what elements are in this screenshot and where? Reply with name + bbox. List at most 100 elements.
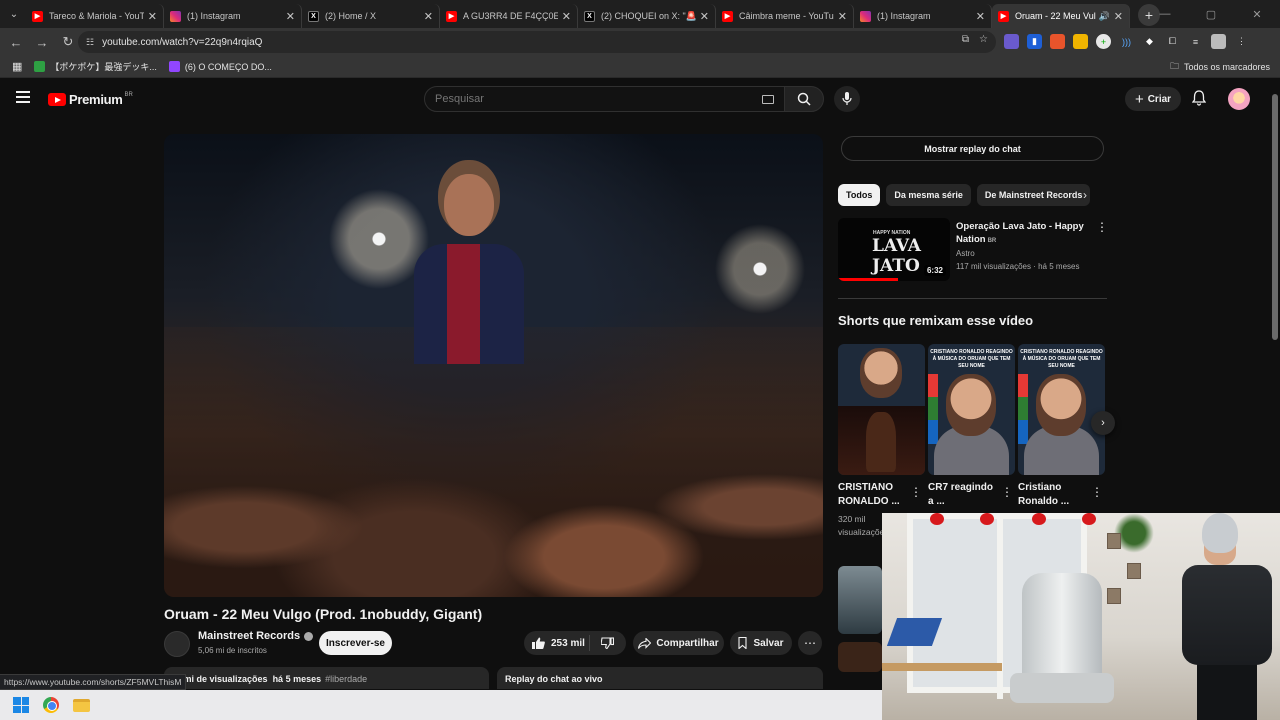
more-vertical-icon[interactable]: ⋮ [1091, 485, 1103, 499]
close-tab-icon[interactable]: ✕ [1114, 10, 1123, 23]
short-thumbnail[interactable]: CRISTIANO RONALDO REAGINDO À MÚSICA DO O… [928, 344, 1015, 475]
extension-icon[interactable] [1073, 34, 1088, 49]
guide-menu-icon[interactable] [16, 91, 30, 103]
search-button[interactable] [784, 86, 824, 112]
back-icon[interactable]: ← [4, 30, 28, 54]
chevron-right-icon[interactable]: › [1083, 188, 1087, 202]
close-tab-icon[interactable]: ✕ [838, 10, 847, 23]
windows-start-icon[interactable] [13, 697, 29, 713]
close-tab-icon[interactable]: ✕ [424, 10, 433, 23]
chip-from-channel[interactable]: De Mainstreet Records [976, 184, 1091, 206]
chevron-right-icon: › [1101, 417, 1105, 429]
channel-name[interactable]: Mainstreet Records [198, 630, 314, 642]
instagram-icon [170, 10, 181, 22]
like-button[interactable]: 253 mil [524, 635, 590, 651]
recommended-video[interactable]: HAPPY NATION LAVA JATO 6:32 Operação Lav… [838, 218, 1108, 282]
youtube-icon: ▶ [722, 10, 733, 22]
scrollbar-thumb[interactable] [1272, 94, 1278, 340]
show-chat-replay-button[interactable]: Mostrar replay do chat [841, 136, 1104, 161]
more-vertical-icon[interactable]: ⋮ [1001, 485, 1013, 499]
reload-icon[interactable]: ↻ [56, 30, 80, 54]
close-tab-icon[interactable]: ✕ [562, 10, 571, 23]
close-window-icon[interactable]: ✕ [1234, 0, 1280, 28]
youtube-premium-logo[interactable]: Premium BR [48, 92, 133, 107]
recommended-channel[interactable]: Astro [956, 249, 975, 258]
subscribe-button[interactable]: Inscrever-se [319, 631, 392, 655]
speaker-icon[interactable]: 🔊 [1099, 11, 1110, 22]
extensions-puzzle-icon[interactable]: ⧠ [1165, 34, 1180, 49]
video-thumbnail[interactable] [838, 642, 882, 672]
close-tab-icon[interactable]: ✕ [286, 10, 295, 23]
browser-tab[interactable]: (1) Instagram ✕ [854, 4, 992, 28]
browser-tab-active[interactable]: ▶ Oruam - 22 Meu Vulg 🔊 ✕ [992, 4, 1130, 28]
close-tab-icon[interactable]: ✕ [976, 10, 985, 23]
search-input[interactable] [435, 93, 735, 105]
more-actions-button[interactable]: ⋯ [798, 631, 822, 655]
hashtag-link[interactable]: #liberdade [325, 674, 367, 684]
recommended-title[interactable]: Operação Lava Jato - Happy Nation BR [956, 220, 1096, 248]
account-avatar[interactable] [1228, 88, 1250, 110]
extension-icon[interactable] [1050, 34, 1065, 49]
chip-same-series[interactable]: Da mesma série [886, 184, 971, 206]
share-button[interactable]: Compartilhar [633, 631, 724, 655]
dislike-button[interactable] [590, 637, 624, 649]
bell-icon [1191, 90, 1207, 106]
browser-tab[interactable]: X (2) Home / X ✕ [302, 4, 440, 28]
extension-icon[interactable]: ))) [1119, 34, 1134, 49]
short-face [1036, 374, 1086, 436]
youtube-icon: ▶ [32, 10, 43, 22]
save-button[interactable]: Salvar [730, 631, 792, 655]
extension-icon[interactable] [1004, 34, 1019, 49]
forward-icon[interactable]: → [30, 30, 54, 54]
video-player[interactable] [164, 134, 823, 597]
short-title[interactable]: CR7 reagindo a ... [928, 481, 998, 509]
voice-search-button[interactable] [834, 86, 860, 112]
apps-grid-icon[interactable]: ▦ [12, 60, 22, 73]
site-info-icon[interactable]: ☷ [86, 37, 94, 48]
extension-icon[interactable]: + [1096, 34, 1111, 49]
browser-tab[interactable]: (1) Instagram ✕ [164, 4, 302, 28]
more-vertical-icon[interactable]: ⋮ [910, 485, 922, 499]
notifications-button[interactable] [1191, 90, 1207, 111]
recommended-thumbnail[interactable]: HAPPY NATION LAVA JATO 6:32 [838, 218, 950, 281]
description-box[interactable]: 1 mi de visualizações há 5 meses #liberda… [164, 667, 489, 689]
reading-list-icon[interactable]: ≡ [1188, 34, 1203, 49]
create-button[interactable]: + Criar [1125, 87, 1181, 111]
more-vertical-icon[interactable]: ⋮ [1096, 220, 1108, 234]
short-title[interactable]: Cristiano Ronaldo ... [1018, 481, 1088, 509]
video-thumbnail[interactable] [838, 566, 882, 634]
plus-icon: + [1134, 90, 1144, 108]
chrome-icon[interactable] [43, 697, 59, 713]
browser-profile-avatar[interactable] [1211, 34, 1226, 49]
chip-all[interactable]: Todos [838, 184, 881, 206]
keyboard-icon[interactable] [762, 95, 774, 104]
short-thumbnail[interactable]: CRISTIANO RONALDO REAGINDO À MÚSICA DO O… [1018, 344, 1105, 475]
extension-icon[interactable]: ◆ [1142, 34, 1157, 49]
cam-gaming-chair [1010, 573, 1114, 703]
install-app-icon[interactable]: ⧉ [962, 34, 969, 45]
all-bookmarks[interactable]: 🗀 Todos os marcadores [1170, 59, 1270, 75]
close-tab-icon[interactable]: ✕ [700, 10, 709, 23]
tab-search-menu-icon[interactable]: ⌄ [2, 2, 26, 26]
short-thumbnail[interactable] [838, 344, 925, 475]
address-bar[interactable]: ☷ youtube.com/watch?v=22q9n4rqiaQ ⧉ ☆ [78, 31, 996, 53]
short-title[interactable]: CRISTIANO RONALDO ... [838, 481, 908, 509]
extension-icon[interactable]: ▮ [1027, 34, 1042, 49]
browser-tab[interactable]: ▶ Câimbra meme - YouTube ✕ [716, 4, 854, 28]
file-explorer-icon[interactable] [73, 698, 90, 712]
short-face [946, 374, 996, 436]
browser-menu-icon[interactable]: ⋮ [1234, 34, 1249, 49]
browser-tab[interactable]: X(2) CHOQUEI on X: "🚨VE✕ [578, 4, 716, 28]
bookmark-star-icon[interactable]: ☆ [979, 34, 988, 45]
browser-tab[interactable]: ▶Tareco & Mariola - YouTube✕ [26, 4, 164, 28]
browser-tab[interactable]: ▶A GU3RR4 DE F4ÇÇ0ES N✕ [440, 4, 578, 28]
verified-badge-icon [304, 631, 314, 641]
close-tab-icon[interactable]: ✕ [148, 10, 157, 23]
bookmark-item[interactable]: (6) O COMEÇO DO... [168, 61, 272, 72]
maximize-icon[interactable]: ▢ [1188, 0, 1234, 28]
shorts-next-button[interactable]: › [1091, 411, 1115, 435]
channel-avatar[interactable] [164, 631, 190, 657]
minimize-icon[interactable]: — [1142, 0, 1188, 28]
chat-replay-panel[interactable]: Replay do chat ao vivo [497, 667, 823, 689]
bookmark-item[interactable]: 【ポケポケ】最強デッキ... [34, 60, 157, 73]
